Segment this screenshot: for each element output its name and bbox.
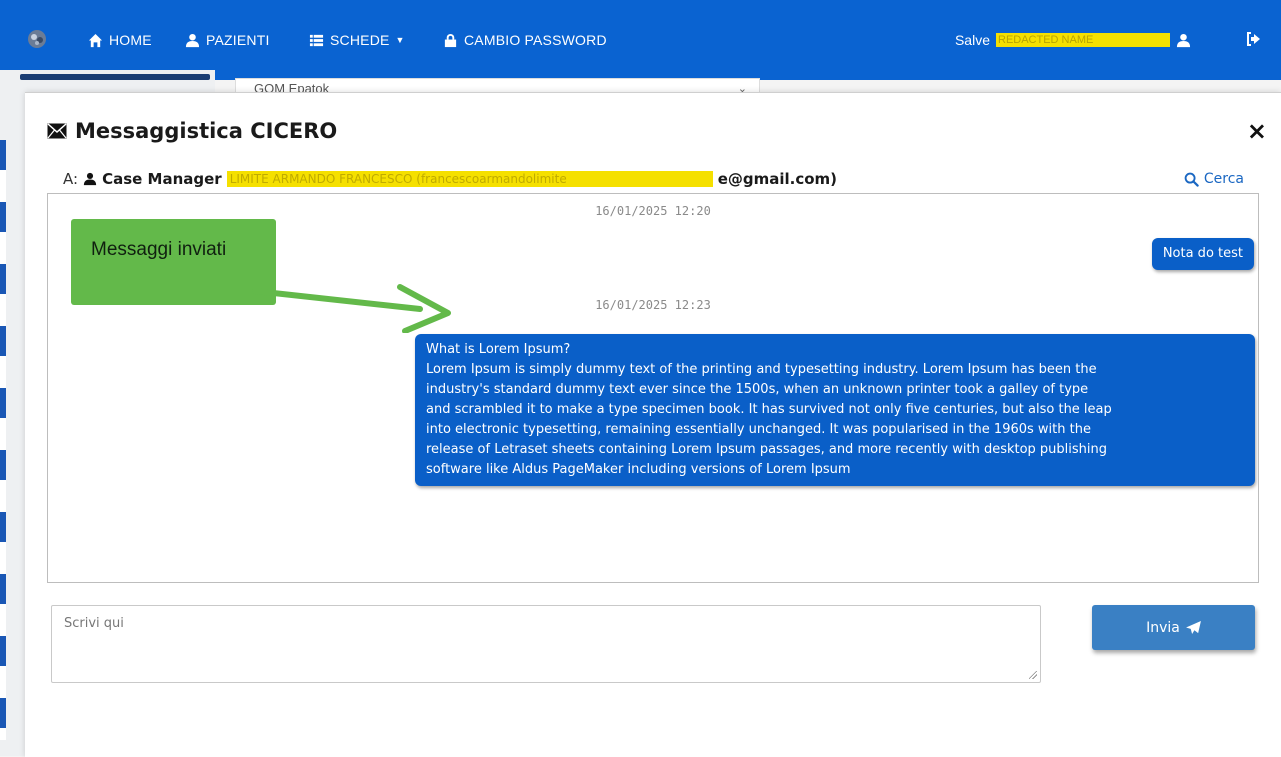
resize-grip-icon[interactable] — [1029, 671, 1037, 679]
message-line: software like Aldus PageMaker including … — [426, 462, 851, 477]
user-greeting: Salve REDACTED NAME — [955, 32, 1191, 48]
search-label: Cerca — [1203, 171, 1244, 187]
message-line: release of Letraset sheets containing Lo… — [426, 442, 1108, 457]
annotation-label: Messaggi inviati — [91, 239, 227, 260]
recipient-prefix: A: — [63, 170, 79, 188]
sent-message-bubble[interactable]: What is Lorem Ipsum? Lorem Ipsum is simp… — [415, 334, 1255, 486]
sent-message-bubble[interactable]: Nota do test — [1151, 238, 1254, 270]
nav-cambio-password-label: CAMBIO PASSWORD — [464, 32, 607, 48]
annotation-arrow-icon — [252, 284, 451, 333]
user-icon[interactable] — [1176, 33, 1191, 48]
recipient-line: A: Case Manager LIMITE ARMANDO FRANCESCO… — [63, 170, 837, 188]
message-timestamp: 16/01/2025 12:20 — [595, 204, 711, 218]
user-icon — [185, 33, 200, 47]
nav-cambio-password[interactable]: CAMBIO PASSWORD — [443, 32, 607, 48]
modal-title-text: Messaggistica CICERO — [75, 119, 338, 143]
logout-button[interactable] — [1245, 31, 1261, 51]
username-redacted: REDACTED NAME — [996, 33, 1170, 47]
nav-pazienti[interactable]: PAZIENTI — [185, 32, 270, 48]
nav-schede-label: SCHEDE — [330, 32, 390, 48]
message-placeholder: Scrivi qui — [64, 616, 124, 631]
message-line: into electronic typesetting, remaining e… — [426, 422, 1091, 437]
close-button[interactable]: × — [1247, 117, 1267, 145]
sidebar-bar — [20, 74, 210, 80]
nav-home[interactable]: HOME — [88, 32, 152, 48]
message-input[interactable]: Scrivi qui — [51, 605, 1041, 683]
nav-home-label: HOME — [109, 32, 152, 48]
paper-plane-icon — [1185, 621, 1201, 634]
recipient-role: Case Manager — [102, 170, 222, 188]
caret-down-icon: ▼ — [395, 35, 405, 45]
lock-icon — [444, 33, 457, 47]
search-link[interactable]: Cerca — [1184, 171, 1244, 187]
recipient-redacted: LIMITE ARMANDO FRANCESCO (francescoarman… — [226, 171, 713, 187]
envelope-icon — [47, 123, 67, 139]
annotation-callout: Messaggi inviati — [71, 219, 276, 305]
app-logo-icon[interactable] — [26, 28, 48, 50]
modal-title: Messaggistica CICERO — [47, 119, 337, 143]
navbar-inner: HOME PAZIENTI SCHEDE ▼ CAMBIO PASSWORD S… — [0, 20, 1281, 60]
nav-schede[interactable]: SCHEDE ▼ — [309, 32, 405, 48]
message-line: What is Lorem Ipsum? — [426, 342, 571, 357]
logout-icon — [1247, 32, 1260, 46]
user-icon — [83, 172, 97, 186]
greeting-label: Salve — [954, 32, 990, 48]
message-line: industry's standard dummy text ever sinc… — [426, 382, 1089, 397]
message-line: Lorem Ipsum is simply dummy text of the … — [426, 362, 1097, 377]
top-navbar: HOME PAZIENTI SCHEDE ▼ CAMBIO PASSWORD S… — [0, 0, 1281, 80]
nav-pazienti-label: PAZIENTI — [206, 32, 270, 48]
send-button[interactable]: Invia — [1092, 605, 1255, 650]
send-label: Invia — [1146, 619, 1180, 636]
messaging-modal: Messaggistica CICERO × A: Case Manager L… — [25, 92, 1281, 757]
recipient-email-tail: e@gmail.com) — [717, 170, 838, 188]
home-icon — [88, 33, 103, 47]
message-line: and scrambled it to make a type specimen… — [426, 402, 1112, 417]
list-icon — [309, 34, 324, 46]
message-text: Nota do test — [1162, 246, 1243, 261]
search-icon — [1184, 172, 1199, 187]
sidebar-rule — [0, 140, 6, 740]
